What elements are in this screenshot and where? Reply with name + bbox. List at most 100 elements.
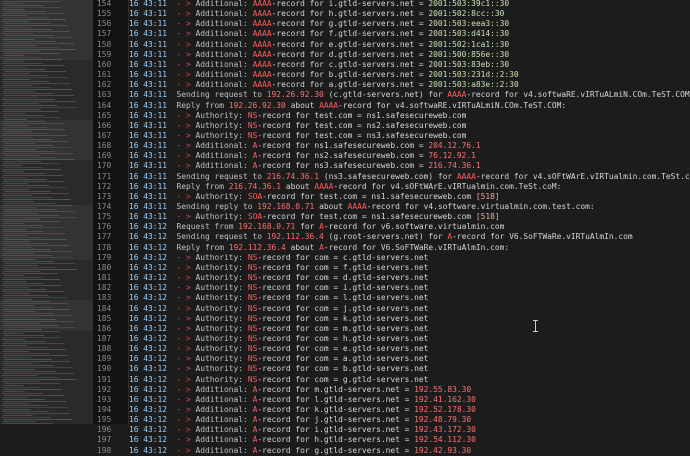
log-segment: NS (247, 323, 258, 333)
timestamp: 16 43:11 (129, 161, 168, 171)
minimap[interactable] (0, 0, 93, 424)
minimap-line (2, 63, 43, 64)
log-segment: 192.41.162.30 (414, 394, 476, 404)
minimap-line (3, 1, 60, 2)
minimap-line (4, 239, 67, 240)
log-editor[interactable]: 154 16 43:11 - > Additional: AAAA-record … (93, 0, 690, 455)
minimap-line (2, 171, 24, 172)
line-number: 189 (97, 354, 112, 364)
log-segment: Request from (176, 222, 239, 232)
minimap-line (3, 247, 32, 248)
log-segment: - > (176, 59, 196, 69)
timestamp: 16 43:11 (129, 59, 168, 69)
minimap-line (2, 183, 28, 184)
log-segment: 192.26.92.30 (266, 90, 324, 100)
minimap-line (3, 205, 73, 206)
log-segment: -record for h.gtld-servers.net = (257, 435, 415, 445)
log-line: 191 16 43:12 - > Authority: NS-record for… (93, 375, 690, 385)
minimap-line (4, 137, 33, 138)
log-text: 16 43:11 - > Additional: A-record for ns… (129, 151, 476, 161)
log-text: 16 43:12 - > Authority: NS-record for co… (129, 283, 428, 293)
log-segment: -record for c.gtld-servers.net = (271, 59, 429, 69)
minimap-line (2, 291, 64, 292)
log-segment: Reply from (176, 181, 229, 191)
log-segment: - > (176, 80, 196, 90)
minimap-line (2, 243, 48, 244)
log-segment: - > (176, 374, 196, 384)
log-text: 16 43:11 - > Additional: A-record for ns… (129, 141, 481, 151)
timestamp: 16 43:11 (129, 130, 168, 140)
line-number: 188 (97, 344, 112, 354)
log-segment: AAAA (252, 0, 272, 8)
log-segment: Additional: (195, 9, 253, 19)
minimap-line (2, 213, 38, 214)
log-segment: AAAA (252, 49, 272, 59)
log-segment: 192.168.0.71 (257, 202, 315, 211)
minimap-region (0, 120, 93, 160)
minimap-line (2, 237, 46, 238)
log-segment: 192.43.172.30 (414, 425, 476, 435)
minimap-line (3, 127, 47, 128)
minimap-line (3, 241, 30, 242)
log-segment: -record for ns1.safesecureweb.com = (257, 141, 429, 151)
log-line: 183 16 43:12 - > Authority: NS-record for… (93, 293, 690, 303)
log-segment: Authority: (195, 110, 248, 120)
line-number: 192 (97, 384, 112, 394)
log-text: 16 43:12 - > Authority: NS-record for co… (129, 354, 428, 364)
minimap-line (4, 371, 56, 372)
timestamp: 16 43:12 (129, 222, 168, 232)
log-text: 16 43:12 - > Additional: A-record for i.… (129, 425, 476, 435)
line-number: 167 (97, 130, 112, 140)
log-segment: - > (176, 151, 196, 161)
minimap-line (3, 7, 62, 8)
log-segment: - > (176, 161, 196, 171)
log-segment: Additional: (195, 435, 253, 445)
log-segment: AAAA (252, 59, 272, 69)
line-number: 166 (97, 120, 112, 130)
timestamp: 16 43:11 (129, 202, 168, 211)
minimap-line (2, 141, 69, 142)
minimap-line (3, 289, 46, 290)
log-segment: NS (247, 283, 258, 293)
timestamp: 16 43:11 (129, 181, 168, 191)
log-segment: 192.48.79.30 (414, 415, 472, 425)
minimap-line (4, 323, 40, 324)
log-segment: Additional: (195, 39, 253, 49)
minimap-line (2, 219, 40, 220)
log-segment: Additional: (195, 80, 253, 90)
minimap-line (3, 13, 64, 14)
log-segment: Authority: (195, 333, 248, 343)
timestamp: 16 43:11 (129, 90, 168, 100)
log-segment: AAAA (319, 100, 339, 110)
minimap-line (2, 75, 47, 76)
log-text: 16 43:12 - > Authority: NS-record for co… (129, 273, 428, 283)
log-segment: Additional: (195, 0, 253, 8)
log-text: 16 43:12 - > Authority: NS-record for co… (129, 364, 428, 374)
log-segment: 2001:502:1ca1::30 (428, 39, 510, 49)
log-line: 176 16 43:12 Request from 192.168.0.71 fo… (93, 222, 690, 232)
log-segment: Additional: (195, 161, 253, 171)
log-segment: -record for e.gtld-servers.net = (271, 39, 429, 49)
minimap-line (4, 95, 74, 96)
log-segment: - > (176, 344, 196, 354)
log-segment: Additional: (195, 141, 253, 151)
log-segment: NS (247, 273, 258, 283)
timestamp: 16 43:12 (129, 323, 168, 333)
line-number: 197 (97, 435, 112, 445)
minimap-line (3, 55, 23, 56)
log-segment: - > (176, 0, 196, 8)
minimap-line (3, 409, 31, 410)
log-line: 196 16 43:12 - > Additional: A-record for… (93, 425, 690, 435)
minimap-line (3, 103, 39, 104)
minimap-line (4, 101, 76, 102)
minimap-line (4, 65, 64, 66)
log-segment: Authority: (195, 252, 248, 262)
log-text: 16 43:11 - > Additional: AAAA-record for… (129, 0, 509, 9)
timestamp: 16 43:11 (129, 80, 168, 90)
minimap-line (3, 283, 44, 284)
log-segment: -record for h.gtld-servers.net = (271, 9, 429, 19)
log-segment: Authority: (195, 191, 248, 201)
minimap-line (3, 319, 56, 320)
log-line: 189 16 43:12 - > Authority: NS-record for… (93, 354, 690, 364)
log-line: 185 16 43:12 - > Authority: NS-record for… (93, 314, 690, 324)
